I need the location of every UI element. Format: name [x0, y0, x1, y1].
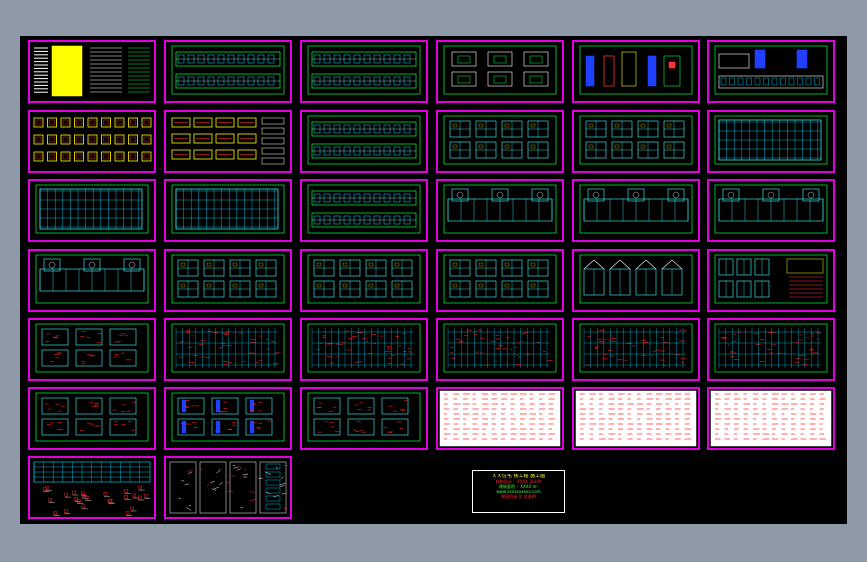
drawing-sheet-37[interactable]: [28, 456, 156, 519]
sheet-thumbnail: [35, 254, 149, 304]
sheet-thumbnail: [443, 323, 557, 373]
drawing-sheet-24[interactable]: [707, 249, 835, 312]
sheet-thumbnail: [579, 323, 693, 373]
drawing-sheet-25[interactable]: [28, 318, 156, 381]
sheet-thumbnail: [171, 184, 285, 234]
drawing-sheet-2[interactable]: [164, 40, 292, 103]
sheet-thumbnail: [35, 184, 149, 234]
drawing-sheet-35[interactable]: [572, 387, 700, 450]
drawing-sheet-21[interactable]: [300, 249, 428, 312]
drawing-sheet-13[interactable]: [28, 179, 156, 242]
sheet-thumbnail: [307, 115, 421, 165]
sheet-thumbnail: [169, 461, 289, 514]
drawing-sheet-8[interactable]: [164, 110, 292, 173]
sheet-thumbnail: [307, 45, 421, 95]
sheet-thumbnail: [710, 390, 832, 447]
sheet-thumbnail: [307, 184, 421, 234]
sheet-thumbnail: [443, 115, 557, 165]
drawing-sheet-28[interactable]: [436, 318, 564, 381]
sheet-thumbnail: [439, 390, 561, 447]
drawing-sheet-6[interactable]: [707, 40, 835, 103]
sheet-thumbnail: [579, 115, 693, 165]
sheet-thumbnail: [443, 254, 557, 304]
drawing-sheet-12[interactable]: [707, 110, 835, 173]
drawing-sheet-23[interactable]: [572, 249, 700, 312]
sheet-thumbnail: [33, 117, 152, 162]
sheet-thumbnail: [714, 323, 828, 373]
drawing-sheet-11[interactable]: [572, 110, 700, 173]
drawing-sheet-17[interactable]: [572, 179, 700, 242]
drawing-sheet-14[interactable]: [164, 179, 292, 242]
sheet-thumbnail: [171, 392, 285, 442]
sheet-thumbnail: [575, 390, 697, 447]
sheet-thumbnail: [34, 45, 150, 97]
sheet-thumbnail: [171, 45, 285, 95]
sheet-thumbnail: [714, 254, 828, 304]
sheet-thumbnail: [579, 45, 693, 95]
sheet-thumbnail: [307, 323, 421, 373]
drawing-sheet-18[interactable]: [707, 179, 835, 242]
drawing-sheet-1[interactable]: [28, 40, 156, 103]
drawing-sheet-29[interactable]: [572, 318, 700, 381]
drawing-sheet-22[interactable]: [436, 249, 564, 312]
drawing-sheet-32[interactable]: [164, 387, 292, 450]
sheet-thumbnail: [171, 117, 285, 165]
drawing-sheet-4[interactable]: [436, 40, 564, 103]
drawing-sheet-27[interactable]: [300, 318, 428, 381]
sheet-thumbnail: [171, 323, 285, 373]
sheet-thumbnail: [307, 254, 421, 304]
drawing-sheet-3[interactable]: [300, 40, 428, 103]
drawing-sheet-36[interactable]: [707, 387, 835, 450]
drawing-sheet-15[interactable]: [300, 179, 428, 242]
sheet-thumbnail: [443, 184, 557, 234]
drawing-sheet-31[interactable]: [28, 387, 156, 450]
title-block[interactable]: ＸＸ住宅 楼工程 施工图 结构设计 ：XXXX 设计院 建筑面积 ：XXXX m…: [472, 470, 565, 513]
drawing-sheet-7[interactable]: [28, 110, 156, 173]
sheet-thumbnail: [579, 184, 693, 234]
drawing-sheet-5[interactable]: [572, 40, 700, 103]
sheet-thumbnail: [714, 115, 828, 165]
sheet-thumbnail: [35, 323, 149, 373]
drawing-sheet-20[interactable]: [164, 249, 292, 312]
sheet-thumbnail: [33, 461, 151, 516]
drawing-sheet-9[interactable]: [300, 110, 428, 173]
drawing-sheet-10[interactable]: [436, 110, 564, 173]
sheet-thumbnail: [307, 392, 421, 442]
drawing-sheet-33[interactable]: [300, 387, 428, 450]
drawing-sheet-16[interactable]: [436, 179, 564, 242]
sheet-thumbnail: [35, 392, 149, 442]
sheet-thumbnail: [714, 45, 828, 95]
drawing-canvas[interactable]: ＸＸ住宅 楼工程 施工图 结构设计 ：XXXX 设计院 建筑面积 ：XXXX m…: [20, 36, 847, 524]
sheet-thumbnail: [714, 184, 828, 234]
title-block-line-5: 图纸目录 及 总说明: [501, 494, 536, 499]
drawing-sheet-30[interactable]: [707, 318, 835, 381]
sheet-thumbnail: [171, 254, 285, 304]
drawing-sheet-26[interactable]: [164, 318, 292, 381]
drawing-sheet-34[interactable]: [436, 387, 564, 450]
drawing-sheet-19[interactable]: [28, 249, 156, 312]
sheet-thumbnail: [443, 45, 557, 95]
drawing-sheet-38[interactable]: [164, 456, 292, 519]
sheet-thumbnail: [579, 254, 693, 304]
